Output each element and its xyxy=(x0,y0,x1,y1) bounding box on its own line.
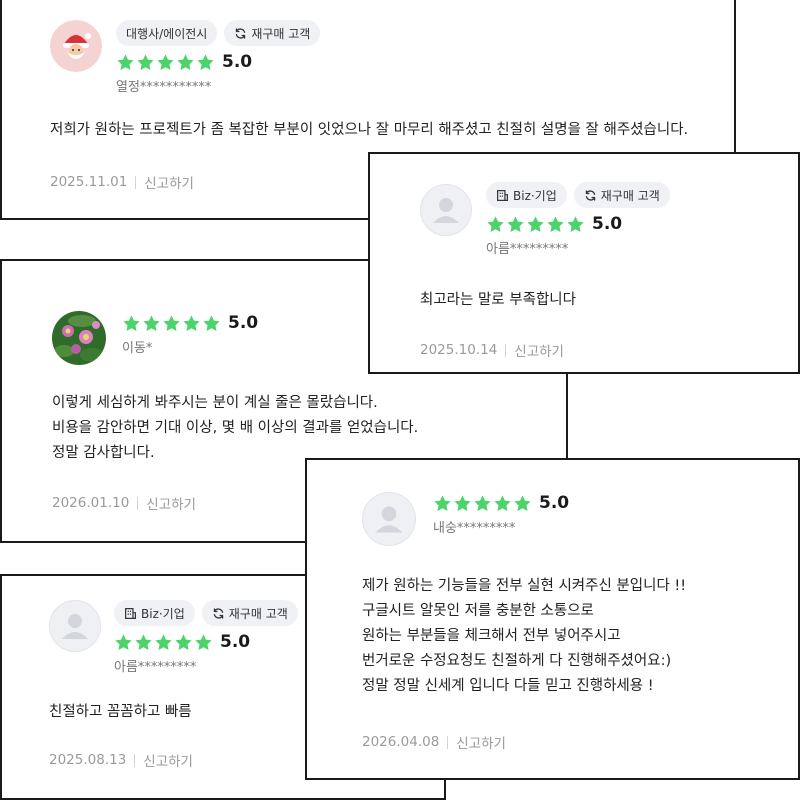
reviewer-name: 이동* xyxy=(122,341,153,356)
review-date: 2025.08.13 xyxy=(49,752,127,768)
flower-photo-avatar xyxy=(52,311,106,365)
refresh-icon xyxy=(212,607,225,620)
star-icon xyxy=(494,494,511,511)
default-user-avatar xyxy=(49,600,101,652)
default-user-avatar xyxy=(362,492,416,546)
rating-score: 5.0 xyxy=(539,493,570,513)
star-icon xyxy=(195,633,212,650)
star-icon xyxy=(197,53,214,70)
tag-repurchase: 재구매 고객 xyxy=(201,600,298,626)
star-icon xyxy=(487,215,504,232)
tag-repurchase: 재구매 고객 xyxy=(573,182,670,208)
building-icon xyxy=(124,607,137,620)
tag-biz: Biz·기업 xyxy=(486,182,567,208)
review-footer: 2025.08.13 신고하기 xyxy=(49,750,193,770)
refresh-icon xyxy=(234,27,247,40)
tag-agency: 대행사/에이전시 xyxy=(116,20,218,46)
star-icon xyxy=(527,215,544,232)
star-icon xyxy=(157,53,174,70)
divider xyxy=(135,175,137,189)
review-footer: 2026.01.10 신고하기 xyxy=(52,493,196,513)
divider xyxy=(505,343,507,357)
default-user-avatar xyxy=(420,184,472,236)
star-icon xyxy=(203,314,220,331)
reviewer-name: 아름********* xyxy=(486,242,569,257)
report-link[interactable]: 신고하기 xyxy=(456,732,506,752)
reviewer-name: 내숭********* xyxy=(433,521,516,536)
review-date: 2026.01.10 xyxy=(52,495,130,511)
report-link[interactable]: 신고하기 xyxy=(144,172,194,192)
reviewer-name: 아름********* xyxy=(114,660,197,675)
review-card: Biz·기업 재구매 고객 5.0 아름********* 최고라는 말로 부족… xyxy=(368,152,800,374)
star-icon xyxy=(117,53,134,70)
star-rating: 5.0 xyxy=(433,490,569,516)
review-footer: 2025.11.01 신고하기 xyxy=(50,172,194,192)
star-icon xyxy=(507,215,524,232)
star-icon xyxy=(177,53,194,70)
star-icon xyxy=(434,494,451,511)
review-footer: 2025.10.14 신고하기 xyxy=(420,340,564,360)
star-icon xyxy=(155,633,172,650)
review-text: 저희가 원하는 프로젝트가 좀 복잡한 부분이 잇었으나 잘 마무리 해주셨고 … xyxy=(50,122,689,138)
star-icon xyxy=(183,314,200,331)
review-text: 제가 원하는 기능들을 전부 실현 시켜주신 분입니다 !! 구글시트 알못인 … xyxy=(362,578,687,694)
star-icon xyxy=(137,53,154,70)
review-date: 2025.10.14 xyxy=(420,342,498,358)
refresh-icon xyxy=(584,189,597,202)
report-link[interactable]: 신고하기 xyxy=(143,750,193,770)
divider xyxy=(134,753,136,767)
star-rating: 5.0 xyxy=(114,629,298,655)
star-icon xyxy=(567,215,584,232)
star-icon xyxy=(123,314,140,331)
star-icon xyxy=(547,215,564,232)
star-icon xyxy=(143,314,160,331)
star-icon xyxy=(474,494,491,511)
rating-score: 5.0 xyxy=(222,52,253,72)
building-icon xyxy=(496,189,509,202)
star-icon xyxy=(514,494,531,511)
star-icon xyxy=(454,494,471,511)
star-icon xyxy=(163,314,180,331)
review-text: 이렇게 세심하게 봐주시는 분이 계실 줄은 몰랐습니다. 비용을 감안하면 기… xyxy=(52,395,419,461)
report-link[interactable]: 신고하기 xyxy=(146,493,196,513)
review-text: 최고라는 말로 부족합니다 xyxy=(420,292,576,308)
star-rating: 5.0 xyxy=(116,49,320,75)
rating-score: 5.0 xyxy=(228,313,259,333)
tag-biz: Biz·기업 xyxy=(114,600,195,626)
review-card: 5.0 내숭********* 제가 원하는 기능들을 전부 실현 시켜주신 분… xyxy=(305,458,800,780)
review-text: 친절하고 꼼꼼하고 빠름 xyxy=(49,704,192,720)
reviewer-name: 열정*********** xyxy=(116,80,212,95)
tag-repurchase: 재구매 고객 xyxy=(224,20,321,46)
report-link[interactable]: 신고하기 xyxy=(514,340,564,360)
star-rating: 5.0 xyxy=(486,211,670,237)
santa-avatar xyxy=(50,20,102,72)
review-footer: 2026.04.08 신고하기 xyxy=(362,732,506,752)
review-date: 2026.04.08 xyxy=(362,734,440,750)
star-icon xyxy=(115,633,132,650)
divider xyxy=(137,496,139,510)
rating-score: 5.0 xyxy=(220,632,251,652)
star-icon xyxy=(175,633,192,650)
divider xyxy=(447,735,449,749)
star-rating: 5.0 xyxy=(122,310,258,336)
review-date: 2025.11.01 xyxy=(50,174,128,190)
star-icon xyxy=(135,633,152,650)
rating-score: 5.0 xyxy=(592,214,623,234)
